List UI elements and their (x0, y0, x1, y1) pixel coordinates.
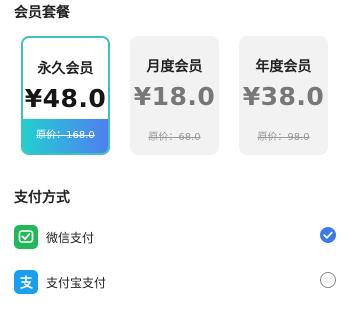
payment-section-title: 支付方式 (14, 190, 70, 206)
plan-original-price: 原价：98.0 (257, 132, 310, 143)
payment-option-label: 微信支付 (46, 231, 95, 245)
alipay-icon (14, 270, 38, 294)
radio-unchecked-icon[interactable] (320, 272, 336, 288)
payment-option-alipay[interactable]: 支付宝支付 (14, 270, 336, 296)
plan-price: ¥38.0 (242, 82, 325, 111)
plan-card-yearly[interactable]: 年度会员 ¥38.0 原价：98.0 (239, 36, 328, 155)
membership-section-title: 会员套餐 (14, 5, 70, 21)
plan-original-price: 原价：68.0 (148, 132, 201, 143)
plan-card-lifetime[interactable]: 永久会员 ¥48.0 原价：168.0 (21, 36, 110, 155)
payment-option-label: 支付宝支付 (46, 276, 107, 290)
plan-name: 月度会员 (146, 59, 203, 75)
plan-original-price: 原价：168.0 (23, 119, 108, 153)
plan-price: ¥18.0 (133, 82, 216, 111)
radio-checked-icon[interactable] (320, 227, 336, 243)
plan-name: 年度会员 (255, 59, 312, 75)
wechat-icon (14, 225, 38, 249)
plan-card-monthly[interactable]: 月度会员 ¥18.0 原价：68.0 (130, 36, 219, 155)
payment-option-wechat[interactable]: 微信支付 (14, 225, 336, 251)
plan-price: ¥48.0 (24, 84, 107, 113)
plan-name: 永久会员 (37, 61, 94, 77)
